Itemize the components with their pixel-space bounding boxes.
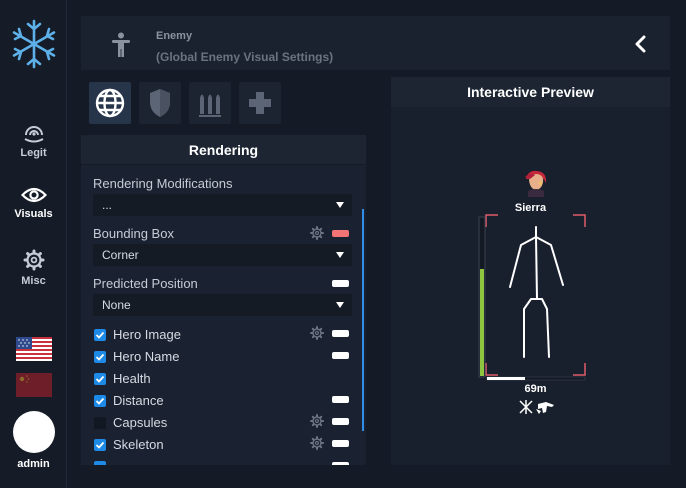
check-icon <box>95 375 105 383</box>
hero-name-label: Hero Name <box>113 349 180 364</box>
health-bar-fill <box>480 269 484 376</box>
username: admin <box>17 458 50 470</box>
skeleton-color-swatch[interactable] <box>332 440 349 447</box>
check-icon <box>95 353 105 361</box>
sidebar-item-label: Legit <box>20 147 47 159</box>
distance-checkbox[interactable] <box>94 395 106 407</box>
page-subtitle: (Global Enemy Visual Settings) <box>156 50 334 64</box>
dropdown-arrow-icon <box>336 202 344 208</box>
tab-shield[interactable] <box>139 82 181 124</box>
rendering-title: Rendering <box>81 135 366 165</box>
scrollbar[interactable] <box>362 209 364 431</box>
next-option-checkbox[interactable] <box>94 461 106 465</box>
hero-name-color-swatch[interactable] <box>332 352 349 359</box>
tab-ammo[interactable] <box>189 82 231 124</box>
predicted-position-select[interactable]: None <box>93 294 352 316</box>
select-value: ... <box>102 198 113 212</box>
plus-icon <box>249 92 271 114</box>
sidebar-item-label: Visuals <box>14 208 53 220</box>
back-chevron-icon[interactable] <box>632 35 648 53</box>
hero-image-checkbox[interactable] <box>94 329 106 341</box>
skeleton-label: Skeleton <box>113 437 164 452</box>
person-icon <box>112 32 130 57</box>
shield-icon <box>150 89 170 117</box>
skeleton-checkbox[interactable] <box>94 439 106 451</box>
rendering-scroll-area[interactable]: Rendering Modifications ... Bounding Box… <box>81 165 366 465</box>
bottom-bar-fill <box>487 377 525 380</box>
avatar[interactable] <box>13 411 55 453</box>
distance-text: 69m <box>524 383 547 395</box>
dropdown-arrow-icon <box>336 302 344 308</box>
tab-health[interactable] <box>239 82 281 124</box>
bbox-color-swatch[interactable] <box>332 230 349 237</box>
select-value: Corner <box>102 248 139 262</box>
us-flag-icon[interactable] <box>16 337 52 361</box>
check-icon <box>95 441 105 449</box>
ammo-icon <box>199 94 221 117</box>
sidebar-item-visuals[interactable]: Visuals <box>0 186 67 220</box>
check-icon <box>95 331 105 339</box>
bounding-box-corners <box>485 214 586 376</box>
check-icon <box>95 397 105 405</box>
hero-image-color-swatch[interactable] <box>332 330 349 337</box>
preview-panel: Interactive Preview Sierra 69m <box>391 77 670 465</box>
preview-title: Interactive Preview <box>391 77 670 107</box>
globe-icon <box>95 88 125 118</box>
capsules-color-swatch[interactable] <box>332 418 349 425</box>
health-bar-track <box>478 216 486 378</box>
bounding-box-label: Bounding Box <box>93 226 174 241</box>
sidebar: Legit Visuals Misc admin <box>0 0 67 488</box>
settings-gear-icon[interactable] <box>310 326 324 340</box>
hero-name-checkbox[interactable] <box>94 351 106 363</box>
page-title: Enemy <box>156 30 193 42</box>
distance-color-swatch[interactable] <box>332 396 349 403</box>
bounding-box-select[interactable]: Corner <box>93 244 352 266</box>
eye-icon <box>20 187 47 203</box>
weapon-icons <box>519 400 554 414</box>
skeleton-figure <box>509 226 564 358</box>
select-value: None <box>102 298 131 312</box>
cn-flag-icon[interactable] <box>16 373 52 397</box>
rendering-panel: Rendering Rendering Modifications ... Bo… <box>81 135 366 465</box>
sidebar-item-label: Misc <box>21 275 46 287</box>
predicted-color-swatch[interactable] <box>332 280 349 287</box>
health-label: Health <box>113 371 151 386</box>
page-header: Enemy (Global Enemy Visual Settings) <box>81 16 670 70</box>
hero-name-text: Sierra <box>514 202 547 214</box>
health-checkbox[interactable] <box>94 373 106 385</box>
sidebar-item-legit[interactable]: Legit <box>0 123 67 159</box>
rendering-modifications-label: Rendering Modifications <box>93 176 233 191</box>
next-option-color-swatch[interactable] <box>332 462 349 465</box>
dropdown-arrow-icon <box>336 252 344 258</box>
hero-portrait-icon <box>525 170 547 197</box>
settings-gear-icon[interactable] <box>310 226 324 240</box>
predicted-position-label: Predicted Position <box>93 276 198 291</box>
settings-gear-icon[interactable] <box>310 414 324 428</box>
gear-icon <box>23 249 44 271</box>
bottom-bar-track <box>486 376 586 381</box>
target-icon <box>24 126 43 143</box>
capsules-checkbox[interactable] <box>94 417 106 429</box>
tab-global[interactable] <box>89 82 131 124</box>
snowflake-logo-icon <box>12 19 56 69</box>
sidebar-item-misc[interactable]: Misc <box>0 249 67 287</box>
rendering-modifications-select[interactable]: ... <box>93 194 352 216</box>
capsules-label: Capsules <box>113 415 168 430</box>
settings-gear-icon[interactable] <box>310 436 324 450</box>
distance-label: Distance <box>113 393 164 408</box>
hero-image-label: Hero Image <box>113 327 181 342</box>
